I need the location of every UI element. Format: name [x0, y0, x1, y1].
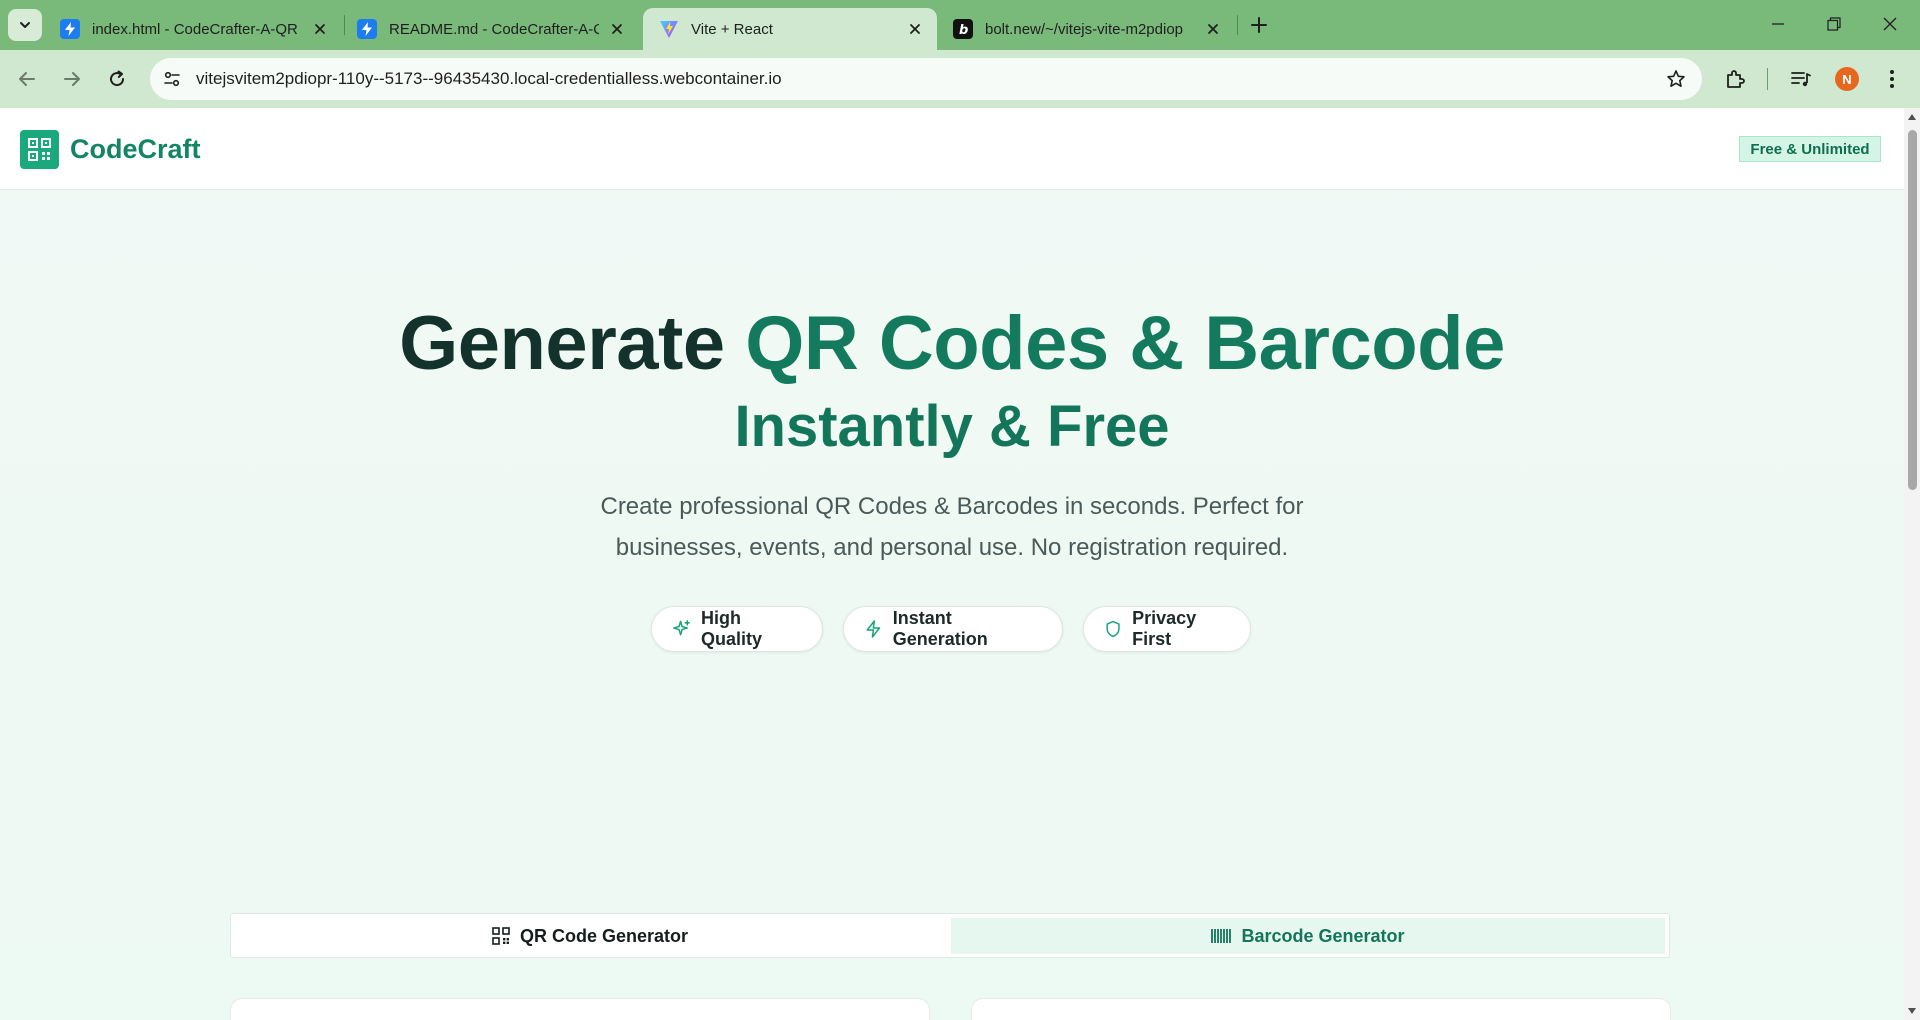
hero-subtitle: Create professional QR Codes & Barcodes …: [600, 493, 1304, 561]
barcode-icon: [1211, 929, 1232, 943]
qr-code-icon: [492, 927, 510, 945]
profile-avatar[interactable]: N: [1835, 67, 1859, 91]
close-icon: [1883, 17, 1897, 31]
vite-icon: [659, 19, 679, 39]
scroll-up-arrow-icon[interactable]: [1907, 112, 1917, 122]
puzzle-icon: [1727, 70, 1745, 88]
scrollbar-thumb[interactable]: [1908, 130, 1917, 490]
close-window-button[interactable]: [1862, 0, 1918, 48]
generator-preview-card: [971, 998, 1671, 1020]
close-tab-icon[interactable]: [1203, 19, 1223, 39]
url-text[interactable]: vitejsvitem2pdiopr-110y--5173--96435430.…: [196, 69, 782, 89]
plus-icon: [1251, 17, 1267, 33]
back-button[interactable]: [9, 61, 45, 97]
qr-logo-icon[interactable]: [20, 130, 59, 169]
close-tab-icon[interactable]: [310, 19, 330, 39]
feature-pill-privacy-first: Privacy First: [1083, 606, 1251, 652]
browser-tab-1[interactable]: index.html - CodeCrafter-A-QR: [44, 8, 342, 50]
brand-name[interactable]: CodeCraft: [70, 134, 201, 165]
playlist-icon: [1791, 72, 1811, 87]
arrow-left-icon: [19, 72, 35, 86]
minimize-button[interactable]: [1750, 0, 1806, 48]
close-tab-icon[interactable]: [905, 19, 925, 39]
site-header: CodeCraft Free & Unlimited: [0, 108, 1904, 190]
extensions-button[interactable]: [1720, 63, 1752, 95]
zap-icon: [866, 620, 881, 638]
tab-title: Vite + React: [691, 20, 773, 38]
hero-title-part1: Generate: [399, 301, 725, 386]
forward-button[interactable]: [54, 61, 90, 97]
generator-input-card: [230, 998, 930, 1020]
reload-icon: [110, 70, 125, 87]
tab-qr-code-generator[interactable]: QR Code Generator: [235, 918, 945, 954]
chevron-down-icon: [20, 22, 30, 28]
svg-text:b: b: [959, 23, 968, 36]
browser-menu-button[interactable]: [1876, 63, 1908, 95]
hero-title-part2: QR Codes & Barcode: [745, 301, 1505, 386]
close-tab-icon[interactable]: [607, 19, 627, 39]
tab-title: index.html - CodeCrafter-A-QR: [92, 20, 298, 38]
new-tab-button[interactable]: [1244, 10, 1274, 40]
page-scrollbar[interactable]: [1904, 108, 1920, 1020]
restore-button[interactable]: [1806, 0, 1862, 48]
media-control-button[interactable]: [1785, 63, 1817, 95]
minimize-icon: [1772, 23, 1784, 25]
arrow-right-icon: [64, 72, 80, 86]
reload-button[interactable]: [99, 61, 135, 97]
more-vertical-icon: [1890, 70, 1894, 88]
feature-label: Instant Generation: [892, 608, 988, 649]
tab-separator: [1237, 15, 1238, 35]
tab-label: Barcode Generator: [1241, 925, 1405, 946]
tab-barcode-generator[interactable]: Barcode Generator: [951, 918, 1665, 954]
browser-tab-2[interactable]: README.md - CodeCrafter-A-Q: [341, 8, 639, 50]
toolbar-divider: [1767, 68, 1768, 90]
feature-pill-high-quality: High Quality: [651, 606, 823, 652]
site-info-icon[interactable]: [154, 61, 190, 97]
tab-title: bolt.new/~/vitejs-vite-m2pdiop: [985, 20, 1184, 38]
sparkles-icon: [673, 620, 690, 636]
browser-toolbar: vitejsvitem2pdiopr-110y--5173--96435430.…: [0, 50, 1920, 108]
page-viewport: CodeCraft Free & Unlimited Generate QR C…: [0, 108, 1904, 1020]
hero-title: Generate QR Codes & Barcode: [0, 306, 1904, 382]
generator-tabs: QR Code Generator Barcode Generator: [230, 913, 1670, 958]
address-bar[interactable]: vitejsvitem2pdiopr-110y--5173--96435430.…: [150, 58, 1702, 100]
browser-tabstrip: index.html - CodeCrafter-A-QR README.md …: [0, 0, 1920, 50]
free-unlimited-badge: Free & Unlimited: [1739, 136, 1881, 162]
feature-pill-instant-generation: Instant Generation: [843, 606, 1063, 652]
scroll-down-arrow-icon[interactable]: [1907, 1006, 1917, 1016]
shield-icon: [1106, 620, 1120, 638]
browser-tab-4[interactable]: b bolt.new/~/vitejs-vite-m2pdiop: [937, 8, 1235, 50]
bolt-b-icon: b: [953, 19, 973, 39]
restore-icon: [1827, 17, 1841, 31]
hero-title-line2: Instantly & Free: [734, 394, 1170, 459]
tab-label: QR Code Generator: [519, 925, 689, 946]
browser-tab-3-active[interactable]: Vite + React: [643, 8, 937, 50]
feature-label: Privacy First: [1132, 608, 1197, 649]
bookmark-star-icon[interactable]: [1664, 67, 1688, 91]
feature-label: High Quality: [701, 608, 763, 649]
tab-title: README.md - CodeCrafter-A-Q: [389, 20, 599, 38]
bolt-icon: [60, 19, 80, 39]
tab-search-button[interactable]: [8, 9, 42, 41]
bolt-icon: [357, 19, 377, 39]
